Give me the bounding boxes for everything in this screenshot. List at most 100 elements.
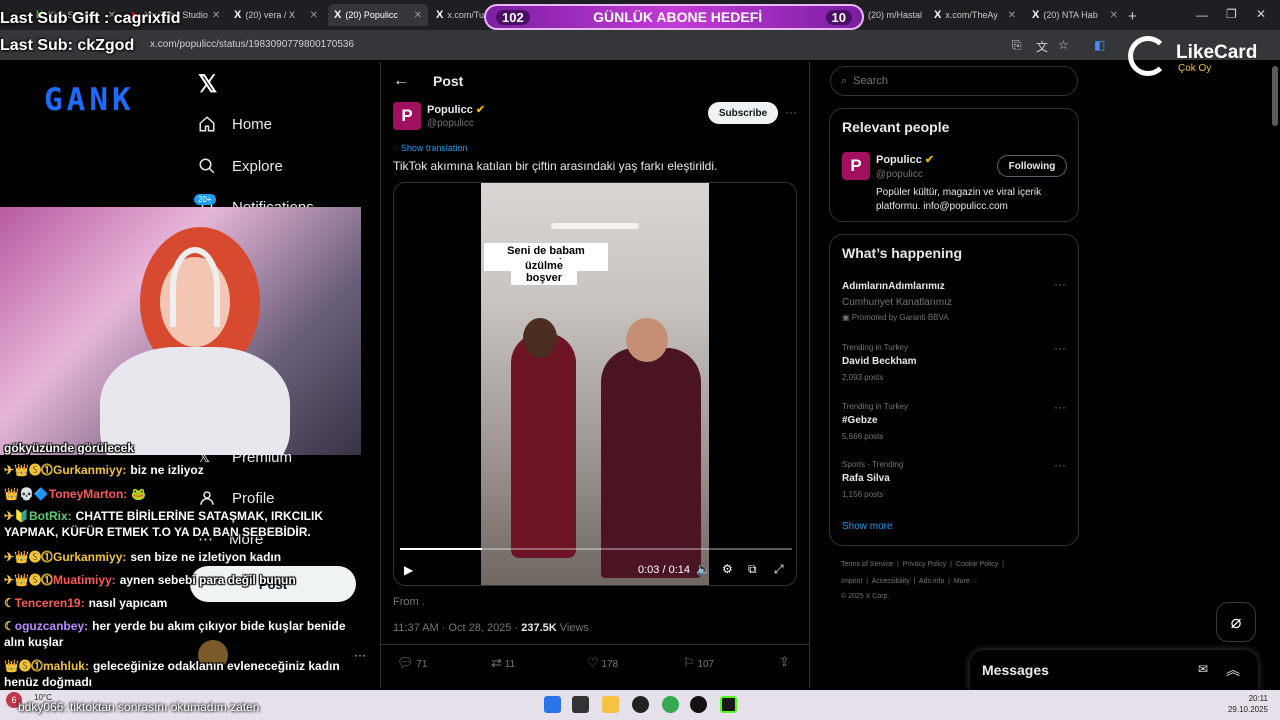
trend-context: Trending in Turkey [842, 402, 908, 411]
relevant-title: Relevant people [842, 119, 950, 135]
new-message-icon[interactable]: ✉ [1198, 662, 1208, 676]
relevant-name[interactable]: Populicc ✔ [876, 153, 934, 166]
browser-tab[interactable]: X (20) vera / X ✕ [228, 4, 324, 26]
scrollbar-thumb[interactable] [1272, 66, 1278, 126]
trend-more-icon[interactable]: ··· [1054, 458, 1066, 472]
install-icon[interactable]: ⎘ [1012, 38, 1022, 53]
picture-in-picture-icon[interactable]: ⧉ [748, 562, 757, 577]
repost-button[interactable]: ⇄ 11 [491, 655, 515, 671]
trend-title[interactable]: AdımlarınAdımlarımız [842, 281, 945, 292]
new-tab-icon[interactable]: + [1128, 8, 1137, 25]
home-icon [199, 116, 215, 132]
post-more-icon[interactable]: ··· [785, 105, 797, 119]
trend-promoted: ▣ Promoted by Garanti BBVA [842, 313, 949, 322]
divider [381, 644, 809, 645]
happening-title: What’s happening [842, 245, 963, 261]
bookmark-button[interactable]: ⚐ 107 [683, 655, 714, 671]
video-caption-2: üzülme boşver [511, 259, 577, 285]
relevant-handle[interactable]: @populicc [876, 169, 923, 180]
messages-title: Messages [982, 662, 1049, 678]
x-logo-icon[interactable]: 𝕏 [198, 70, 217, 99]
bookmark-star-icon[interactable]: ☆ [1058, 38, 1069, 52]
reply-button[interactable]: 💬︎ 71 [397, 655, 427, 671]
trend-more-icon[interactable]: ··· [1054, 341, 1066, 355]
chrome-icon[interactable] [662, 696, 679, 713]
bookmark-icon: ⚐ [683, 655, 695, 670]
grok-icon[interactable]: ⌀ [1216, 602, 1256, 642]
streamer-body [100, 347, 290, 455]
maximize-icon[interactable]: ❐ [1226, 7, 1237, 21]
show-more-link[interactable]: Show more [842, 521, 893, 532]
trend-more-icon[interactable]: ··· [1054, 277, 1066, 291]
settings-gear-icon[interactable]: ⚙ [722, 562, 733, 576]
browser-tab[interactable]: X (20) NTA Hab ✕ [1026, 4, 1124, 26]
video-progress-track[interactable] [400, 548, 792, 550]
kick-app-icon[interactable] [720, 696, 737, 713]
goal-title: GÜNLÜK ABONE HEDEFİ [593, 9, 763, 25]
whats-happening-panel: What’s happening AdımlarınAdımlarımız Cu… [829, 234, 1079, 546]
trend-title[interactable]: Rafa Silva [842, 473, 890, 484]
clock-time: 20:11 [1248, 694, 1268, 703]
chat-message: 👑💀🔷ToneyMarton: 🐸 [4, 487, 147, 501]
expand-icon[interactable]: ︽ [1226, 660, 1240, 680]
webcam-feed [0, 207, 361, 455]
trend-count: 1,156 posts [842, 490, 884, 499]
reply-icon: 💬︎ [397, 655, 414, 670]
man-head [626, 318, 668, 362]
windows-start-icon[interactable] [544, 696, 561, 713]
trend-count: 2,093 posts [842, 373, 884, 382]
post-source: From . [393, 596, 425, 608]
volume-icon[interactable]: 🔈 [696, 562, 711, 576]
app-g-icon[interactable] [690, 696, 707, 713]
following-button[interactable]: Following [997, 155, 1067, 177]
obs-icon[interactable] [632, 696, 649, 713]
verified-badge-icon: ✔ [924, 154, 935, 166]
views-label: Views [559, 622, 589, 634]
author-avatar[interactable]: P [393, 102, 421, 130]
task-view-icon[interactable] [572, 696, 589, 713]
browser-tab[interactable]: Xx.com/TheAy ✕ [928, 4, 1022, 26]
minimize-icon[interactable]: — [1196, 8, 1208, 22]
url-field[interactable]: x.com/populicc/status/198309077980017053… [150, 39, 354, 50]
relevant-people-panel: Relevant people P Populicc ✔ @populicc F… [829, 108, 1079, 222]
share-icon[interactable]: ⇪ [779, 654, 790, 670]
show-translation[interactable]: ◌ Show translation [393, 143, 467, 153]
footer-links[interactable]: Imprint | Accessibility | Ads info | Mor… [841, 578, 979, 585]
footer-links[interactable]: Terms of Service | Privacy Policy | Cook… [841, 561, 1004, 568]
trend-count: 5,666 posts [842, 432, 884, 441]
relevant-avatar[interactable]: P [842, 152, 870, 180]
messages-drawer[interactable]: Messages ✉ ︽ [970, 650, 1258, 690]
extension-icon[interactable]: ◧ [1094, 38, 1105, 52]
translate-icon[interactable]: 文 [1036, 38, 1048, 55]
post-column: ← Post P Populicc ✔ @populicc Subscribe … [380, 62, 810, 688]
trend-title[interactable]: David Beckham [842, 356, 916, 367]
author-handle[interactable]: @populicc [427, 118, 474, 129]
post-text: TikTok akımına katılan bir çiftin arasın… [393, 159, 718, 173]
search-input[interactable]: ⌕ Search [830, 66, 1078, 96]
file-explorer-icon[interactable] [602, 696, 619, 713]
trend-more-icon[interactable]: ··· [1054, 400, 1066, 414]
like-button[interactable]: ♡ 178 [587, 655, 618, 671]
browser-tab[interactable]: Xx.com/Tu [430, 4, 486, 26]
video-progress-fill [400, 548, 483, 550]
search-icon: ⌕ [841, 74, 848, 87]
video-time: 0:03 / 0:14 [638, 564, 690, 576]
chat-message: gökyüzünde görülecek [4, 441, 135, 455]
chat-message: 👑🅢⓵mahluk: geleceğinize odaklanın evlenec… [4, 659, 340, 689]
footer-copyright: © 2025 X Corp. [841, 593, 890, 600]
trend-title[interactable]: #Gebze [842, 415, 878, 426]
gank-logo: GANK [44, 82, 135, 118]
author-name[interactable]: Populicc ✔ [427, 103, 485, 116]
play-icon[interactable]: ▶ [404, 563, 413, 577]
browser-tab[interactable]: (20) m/Hastal✕ [862, 4, 924, 26]
nav-explore[interactable]: Explore [198, 157, 283, 175]
goal-current: 102 [496, 9, 530, 25]
chat-message: ✈👑🅢⓵Gurkanmiyy: biz ne izliyoz [4, 463, 204, 477]
fullscreen-icon[interactable]: ⤢ [774, 562, 784, 577]
close-icon[interactable]: ✕ [1256, 7, 1266, 21]
video-player[interactable]: Seni de babam sanıyorlar üzülme boşver ▶… [393, 182, 797, 586]
nav-home[interactable]: Home [198, 115, 272, 133]
back-arrow-icon[interactable]: ← [393, 72, 409, 90]
browser-tab-active[interactable]: X (20) Populicc ✕ [328, 4, 428, 26]
subscribe-button[interactable]: Subscribe [708, 102, 778, 124]
